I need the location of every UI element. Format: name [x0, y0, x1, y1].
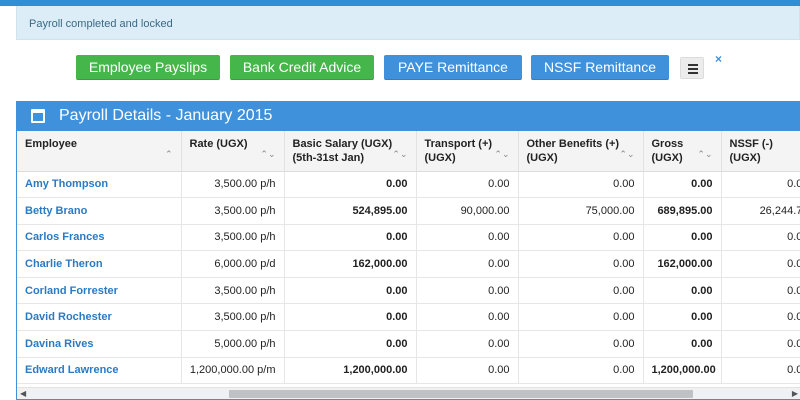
- horizontal-scrollbar[interactable]: ◀ ▶: [17, 387, 800, 399]
- basic-salary-cell: 162,000.00: [284, 250, 417, 278]
- list-icon-line: [688, 72, 698, 74]
- other-benefits-cell: 0.00: [518, 330, 644, 358]
- nssf-cell: 0.00: [721, 303, 800, 332]
- nssf-cell: 0.00: [721, 330, 800, 358]
- other-benefits-cell: 0.00: [518, 171, 644, 199]
- sort-asc-icon: ⌃: [164, 149, 173, 159]
- employee-link[interactable]: Betty Brano: [17, 197, 182, 225]
- other-benefits-cell: 0.00: [518, 357, 644, 385]
- gross-cell: 0.00: [643, 330, 722, 358]
- nssf-cell: 0.00: [721, 224, 800, 252]
- rate-cell: 3,500.00 p/h: [181, 277, 285, 305]
- basic-salary-cell: 0.00: [284, 303, 417, 332]
- close-icon[interactable]: ×: [715, 52, 722, 66]
- payroll-table: Employee ⌃ Rate (UGX) ⌃⌄ Basic Salary (UGX…: [17, 131, 800, 385]
- gross-cell: 0.00: [643, 277, 722, 305]
- transport-cell: 0.00: [416, 171, 519, 199]
- rate-cell: 3,500.00 p/h: [181, 224, 285, 252]
- gross-cell: 689,895.00: [643, 197, 722, 225]
- basic-salary-cell: 524,895.00: [284, 197, 417, 225]
- rate-cell: 5,000.00 p/h: [181, 330, 285, 358]
- other-benefits-cell: 0.00: [518, 224, 644, 252]
- scroll-right-icon[interactable]: ▶: [792, 389, 798, 398]
- employee-link[interactable]: David Rochester: [17, 303, 182, 332]
- other-benefits-cell: 75,000.00: [518, 197, 644, 225]
- transport-cell: 0.00: [416, 224, 519, 252]
- sort-icon: ⌃⌄: [697, 149, 713, 159]
- table-row: Davina Rives 5,000.00 p/h 0.00 0.00 0.00…: [17, 330, 800, 358]
- transport-cell: 90,000.00: [416, 197, 519, 225]
- list-icon: [688, 64, 698, 66]
- employee-link[interactable]: Corland Forrester: [17, 277, 182, 305]
- rate-cell: 1,200,000.00 p/m: [181, 357, 285, 385]
- basic-salary-cell: 0.00: [284, 224, 417, 252]
- rate-cell: 3,500.00 p/h: [181, 197, 285, 225]
- rate-cell: 3,500.00 p/h: [181, 171, 285, 199]
- other-benefits-cell: 0.00: [518, 277, 644, 305]
- panel-title: Payroll Details - January 2015: [59, 107, 273, 124]
- other-benefits-cell: 0.00: [518, 250, 644, 278]
- rate-cell: 6,000.00 p/d: [181, 250, 285, 278]
- nssf-cell: 0.00: [721, 171, 800, 199]
- employee-payslips-button[interactable]: Employee Payslips: [76, 55, 220, 80]
- column-header-rate[interactable]: Rate (UGX) ⌃⌄: [181, 131, 285, 172]
- employee-link[interactable]: Amy Thompson: [17, 171, 182, 199]
- basic-salary-cell: 0.00: [284, 171, 417, 199]
- scroll-left-icon[interactable]: ◀: [20, 389, 26, 398]
- gross-cell: 0.00: [643, 171, 722, 199]
- status-alert: Payroll completed and locked: [16, 6, 800, 40]
- gross-cell: 0.00: [643, 224, 722, 252]
- nssf-cell: 26,244.75: [721, 197, 800, 225]
- employee-link[interactable]: Carlos Frances: [17, 224, 182, 252]
- gross-cell: 1,200,000.00: [643, 357, 722, 385]
- column-header-transport[interactable]: Transport (+) (UGX) ⌃⌄: [416, 131, 519, 172]
- gross-cell: 0.00: [643, 303, 722, 332]
- nssf-cell: 0.00: [721, 250, 800, 278]
- table-row: David Rochester 3,500.00 p/h 0.00 0.00 0…: [17, 303, 800, 332]
- bank-credit-advice-button[interactable]: Bank Credit Advice: [230, 55, 374, 80]
- payroll-details-panel: Payroll Details - January 2015 Employee ⌃…: [16, 101, 800, 400]
- basic-salary-cell: 1,200,000.00: [284, 357, 417, 385]
- sort-icon: ⌃⌄: [619, 149, 635, 159]
- table-row: Amy Thompson 3,500.00 p/h 0.00 0.00 0.00…: [17, 171, 800, 199]
- transport-cell: 0.00: [416, 250, 519, 278]
- list-view-button[interactable]: [680, 57, 704, 79]
- nssf-cell: 0.00: [721, 277, 800, 305]
- table-row: Charlie Theron 6,000.00 p/d 162,000.00 0…: [17, 250, 800, 278]
- action-toolbar: Employee Payslips Bank Credit Advice PAY…: [0, 52, 800, 83]
- nssf-remittance-button[interactable]: NSSF Remittance: [531, 55, 669, 80]
- table-row: Carlos Frances 3,500.00 p/h 0.00 0.00 0.…: [17, 224, 800, 252]
- transport-cell: 0.00: [416, 357, 519, 385]
- column-header-employee[interactable]: Employee ⌃: [17, 131, 182, 172]
- sort-icon: ⌃⌄: [494, 149, 510, 159]
- column-header-gross[interactable]: Gross (UGX) ⌃⌄: [643, 131, 722, 172]
- column-header-other-benefits[interactable]: Other Benefits (+) (UGX) ⌃⌄: [518, 131, 644, 172]
- column-header-nssf[interactable]: NSSF (-) (UGX): [721, 131, 800, 172]
- column-header-basic-salary[interactable]: Basic Salary (UGX) (5th-31st Jan) ⌃⌄: [284, 131, 417, 172]
- employee-link[interactable]: Davina Rives: [17, 330, 182, 358]
- rate-cell: 3,500.00 p/h: [181, 303, 285, 332]
- table-row: Corland Forrester 3,500.00 p/h 0.00 0.00…: [17, 277, 800, 305]
- panel-header: Payroll Details - January 2015: [17, 102, 800, 131]
- table-header-row: Employee ⌃ Rate (UGX) ⌃⌄ Basic Salary (UGX…: [17, 131, 800, 172]
- scrollbar-thumb[interactable]: [229, 390, 693, 398]
- sort-icon: ⌃⌄: [260, 149, 276, 159]
- employee-link[interactable]: Charlie Theron: [17, 250, 182, 278]
- status-alert-text: Payroll completed and locked: [29, 18, 173, 30]
- paye-remittance-button[interactable]: PAYE Remittance: [384, 55, 522, 80]
- basic-salary-cell: 0.00: [284, 277, 417, 305]
- employee-link[interactable]: Edward Lawrence: [17, 357, 182, 385]
- basic-salary-cell: 0.00: [284, 330, 417, 358]
- calendar-icon: [31, 109, 45, 123]
- table-row: Betty Brano 3,500.00 p/h 524,895.00 90,0…: [17, 197, 800, 225]
- transport-cell: 0.00: [416, 277, 519, 305]
- transport-cell: 0.00: [416, 303, 519, 332]
- sort-icon: ⌃⌄: [392, 149, 408, 159]
- nssf-cell: 0.00: [721, 357, 800, 385]
- gross-cell: 162,000.00: [643, 250, 722, 278]
- other-benefits-cell: 0.00: [518, 303, 644, 332]
- list-icon-line: [688, 68, 698, 70]
- transport-cell: 0.00: [416, 330, 519, 358]
- table-row: Edward Lawrence 1,200,000.00 p/m 1,200,0…: [17, 357, 800, 385]
